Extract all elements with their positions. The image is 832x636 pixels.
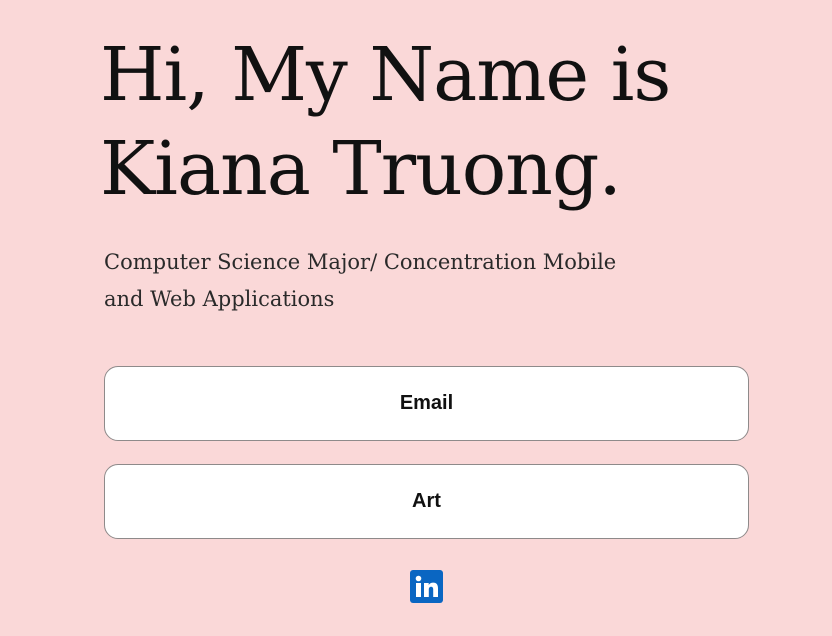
page-title: Hi, My Name is Kiana Truong. bbox=[100, 28, 800, 216]
linkedin-icon[interactable] bbox=[410, 570, 443, 603]
email-button-label: Email bbox=[399, 392, 454, 414]
headline-line-1: Hi, My Name is bbox=[100, 32, 671, 118]
art-button-label: Art bbox=[412, 490, 441, 512]
subtitle-line-1: Computer Science Major/ Concentration Mo… bbox=[104, 250, 617, 274]
page: Hi, My Name is Kiana Truong. Computer Sc… bbox=[0, 0, 832, 636]
art-button[interactable]: Art bbox=[104, 464, 749, 539]
headline-line-2: Kiana Truong. bbox=[100, 126, 622, 212]
subtitle-line-2: and Web Applications bbox=[104, 287, 335, 311]
linkedin-icon-i-dot bbox=[415, 575, 422, 582]
subtitle: Computer Science Major/ Concentration Mo… bbox=[104, 244, 664, 318]
linkedin-icon-i-stem bbox=[416, 583, 421, 597]
email-button[interactable]: Email bbox=[104, 366, 749, 441]
